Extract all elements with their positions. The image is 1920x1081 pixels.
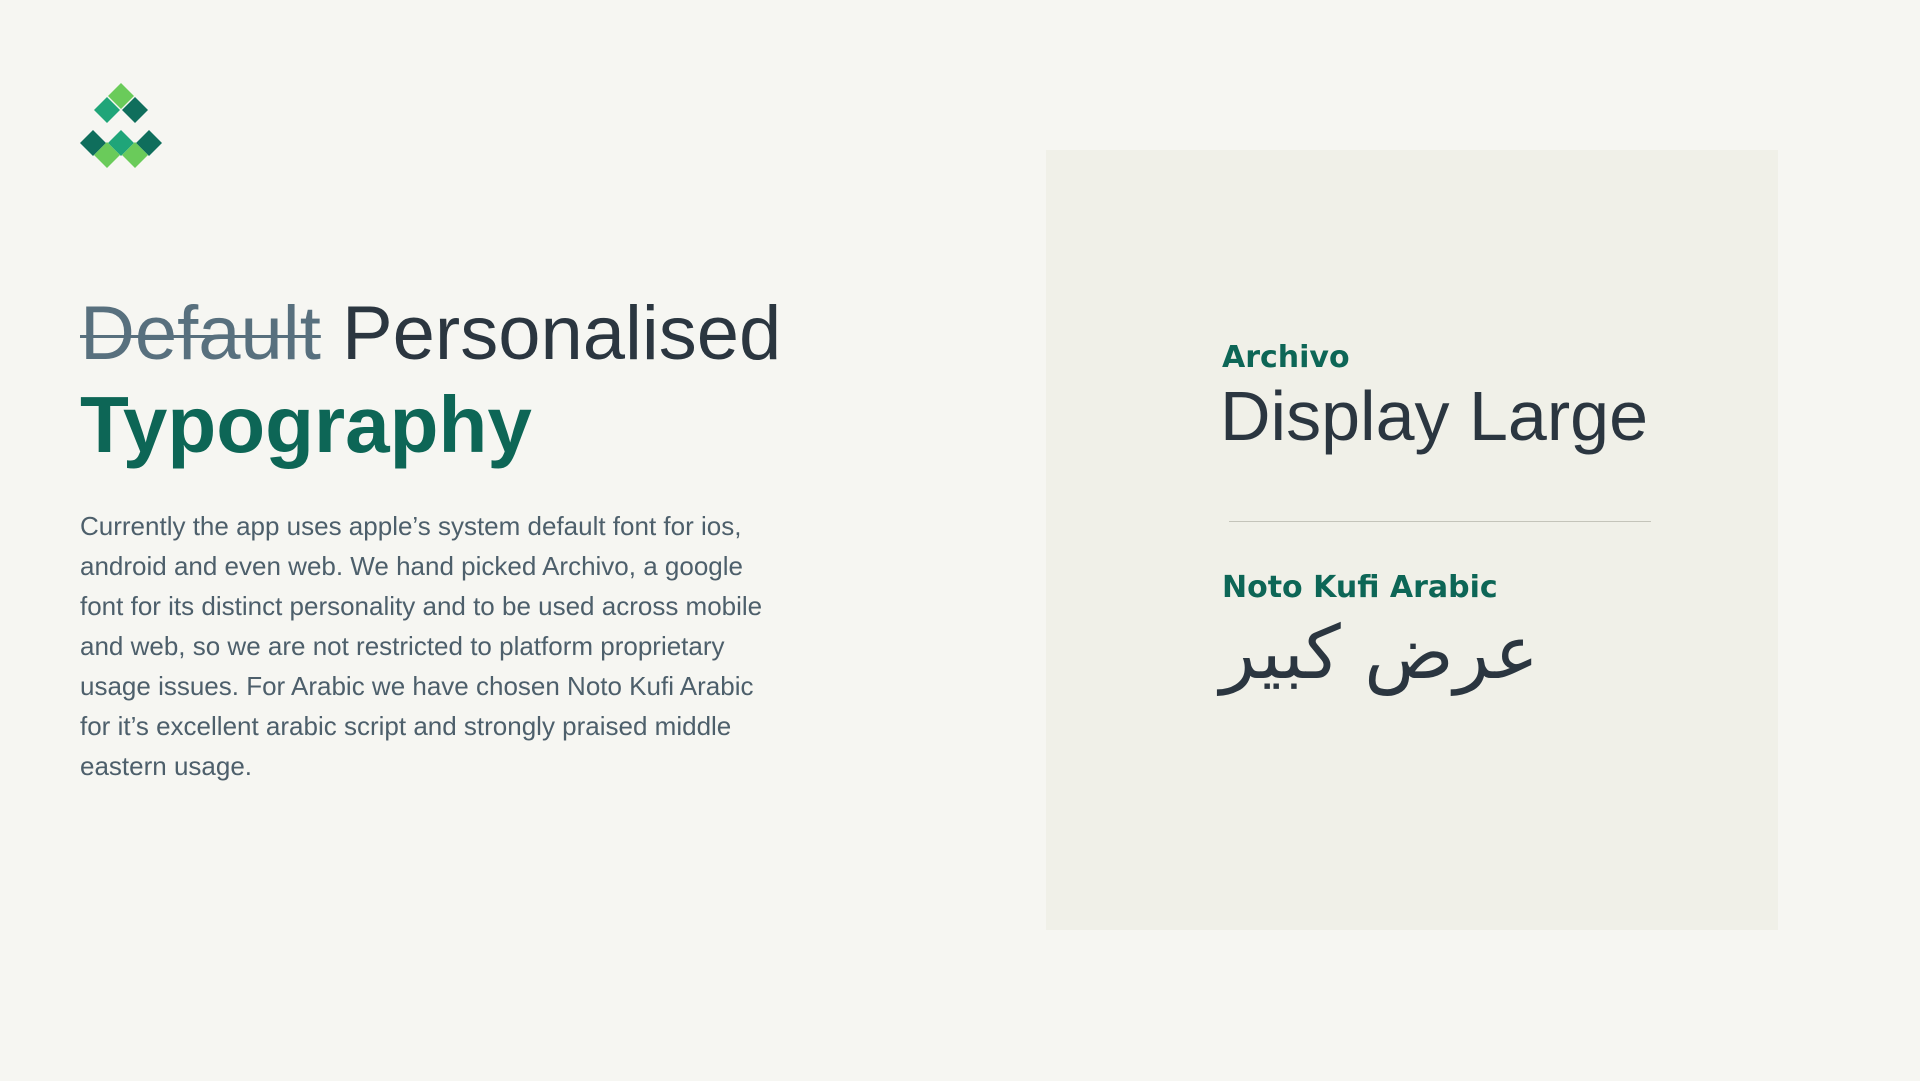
headline-struck-word: Default: [80, 291, 321, 376]
headline-line-1: Default Personalised: [80, 290, 781, 377]
font-name-noto-kufi-arabic: Noto Kufi Arabic: [1222, 570, 1498, 605]
sample-arabic-display-large: عرض كبير: [1220, 610, 1539, 696]
specimen-divider: [1229, 521, 1651, 522]
brand-logo-icon: [80, 83, 162, 168]
description-paragraph: Currently the app uses apple’s system de…: [80, 511, 763, 781]
sample-display-large: Display Large: [1220, 377, 1648, 455]
headline-emphasis: Typography: [80, 380, 532, 470]
typography-specimen-panel: Archivo Display Large Noto Kufi Arabic ع…: [1046, 150, 1778, 930]
font-name-archivo: Archivo: [1222, 340, 1350, 375]
headline: Default Personalised Typography: [80, 290, 781, 471]
headline-word: Personalised: [341, 291, 782, 376]
